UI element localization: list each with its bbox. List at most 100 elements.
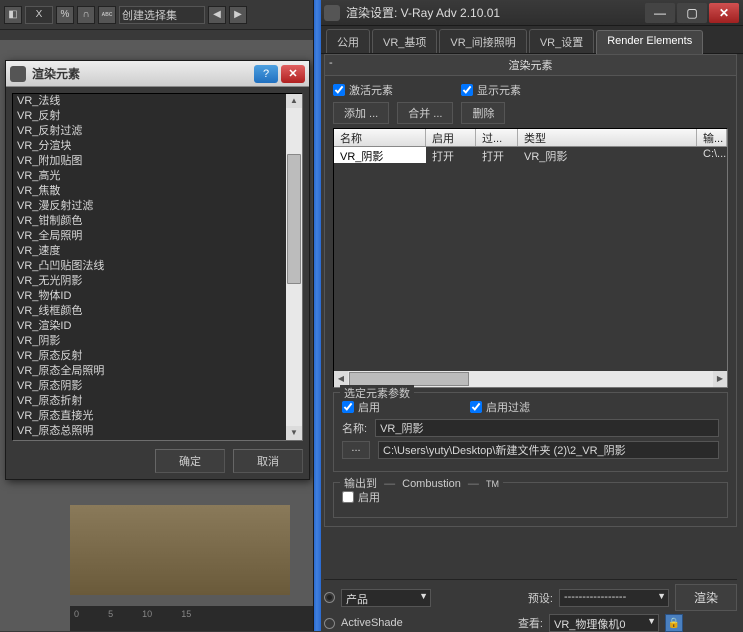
elements-table: 名称 启用 过... 类型 输... VR_阴影 打开 打开 VR_阴影 C:\…	[333, 128, 728, 388]
list-item[interactable]: VR_线框颜色	[13, 304, 286, 319]
list-item[interactable]: VR_附加贴图	[13, 154, 286, 169]
list-item[interactable]: VR_钳制颜色	[13, 214, 286, 229]
enable-checkbox[interactable]: 启用	[342, 399, 462, 415]
table-row[interactable]: VR_阴影 打开 打开 VR_阴影 C:\...	[334, 147, 727, 163]
help-button[interactable]: ?	[254, 65, 278, 83]
tick-10: 10	[142, 609, 152, 619]
activate-checkbox[interactable]: 激活元素	[333, 82, 453, 98]
product-dropdown[interactable]: 产品▼	[341, 589, 431, 607]
dialog-icon	[10, 66, 26, 82]
list-item[interactable]: VR_分渲块	[13, 139, 286, 154]
render-button[interactable]: 渲染	[675, 584, 737, 611]
output-enable-checkbox-input[interactable]	[342, 491, 354, 503]
scroll-up-arrow[interactable]: ▲	[286, 94, 302, 108]
activate-checkbox-input[interactable]	[333, 84, 345, 96]
list-item[interactable]: VR_物体ID	[13, 289, 286, 304]
output-enable-checkbox[interactable]: 启用	[342, 489, 380, 505]
tick-0: 0	[74, 609, 79, 619]
enable-filter-checkbox[interactable]: 启用过滤	[470, 399, 530, 415]
list-item[interactable]: VR_原态折射	[13, 394, 286, 409]
list-item[interactable]: VR_法线	[13, 94, 286, 109]
table-header: 名称 启用 过... 类型 输...	[334, 129, 727, 147]
hscroll-right-arrow[interactable]: ▶	[713, 371, 727, 387]
tick-5: 5	[108, 609, 113, 619]
list-item[interactable]: VR_原态直接光	[13, 409, 286, 424]
browse-path-button[interactable]: ...	[342, 441, 370, 459]
cell-enable: 打开	[426, 147, 476, 163]
list-item[interactable]: VR_高光	[13, 169, 286, 184]
list-item[interactable]: VR_原态全局照明	[13, 364, 286, 379]
enable-filter-checkbox-input[interactable]	[470, 401, 482, 413]
toolbar-icon-b[interactable]: ▶	[229, 6, 247, 24]
window-drag-edge[interactable]	[314, 0, 321, 631]
tab-vr-settings[interactable]: VR_设置	[529, 29, 594, 53]
list-item[interactable]: VR_速度	[13, 244, 286, 259]
ok-button[interactable]: 确定	[155, 449, 225, 473]
scroll-thumb[interactable]	[287, 154, 301, 284]
display-checkbox-input[interactable]	[461, 84, 473, 96]
name-field[interactable]	[375, 419, 719, 437]
list-item[interactable]: VR_阴影	[13, 334, 286, 349]
rollout-toggle-icon: -	[329, 57, 333, 69]
selected-params-title: 选定元素参数	[340, 385, 414, 401]
tab-vr-base[interactable]: VR_基项	[372, 29, 437, 53]
cell-output: C:\...	[697, 147, 727, 163]
activeshade-radio[interactable]	[324, 618, 335, 629]
list-item[interactable]: VR_原态反射	[13, 349, 286, 364]
selection-set-dropdown[interactable]: 创建选择集	[119, 6, 205, 24]
list-item[interactable]: VR_反射过滤	[13, 124, 286, 139]
list-item[interactable]: VR_焦散	[13, 184, 286, 199]
enable-filter-label: 启用过滤	[486, 399, 530, 415]
delete-button[interactable]: 删除	[461, 102, 505, 124]
list-item[interactable]: VR_凸凹贴图法线	[13, 259, 286, 274]
close-button[interactable]: ✕	[281, 65, 305, 83]
add-button[interactable]: 添加 ...	[333, 102, 389, 124]
list-item[interactable]: VR_反射	[13, 109, 286, 124]
x-field[interactable]	[25, 6, 53, 24]
maximize-button[interactable]: ▢	[677, 3, 707, 23]
list-item[interactable]: VR_漫反射过滤	[13, 199, 286, 214]
dialog-titlebar[interactable]: 渲染元素 ? ✕	[6, 61, 309, 87]
view-dropdown[interactable]: VR_物理像机0▼	[549, 614, 659, 632]
col-filter[interactable]: 过...	[476, 129, 518, 146]
toolbar-icon-a[interactable]: ◀	[208, 6, 226, 24]
col-name[interactable]: 名称	[334, 129, 426, 146]
footer-bar: 产品▼ 预设: -----------------▼ 渲染 ActiveShad…	[324, 579, 737, 631]
abc-icon[interactable]: ᴀʙᴄ	[98, 6, 116, 24]
tool-icon[interactable]: ◧	[4, 6, 22, 24]
hscroll-thumb[interactable]	[349, 372, 469, 386]
list-item[interactable]: VR_照度	[13, 439, 286, 440]
enable-checkbox-input[interactable]	[342, 401, 354, 413]
selected-params-group: 选定元素参数 启用 启用过滤 名称: ...	[333, 392, 728, 472]
col-enable[interactable]: 启用	[426, 129, 476, 146]
product-radio[interactable]	[324, 592, 335, 603]
tab-vr-gi[interactable]: VR_间接照明	[439, 29, 526, 53]
list-item[interactable]: VR_原态总照明	[13, 424, 286, 439]
col-output[interactable]: 输...	[697, 129, 727, 146]
window-close-button[interactable]: ✕	[709, 3, 739, 23]
list-item[interactable]: VR_全局照明	[13, 229, 286, 244]
preset-dropdown[interactable]: -----------------▼	[559, 589, 669, 607]
percent-icon[interactable]: %	[56, 6, 74, 24]
list-item[interactable]: VR_渲染ID	[13, 319, 286, 334]
list-item[interactable]: VR_原态阴影	[13, 379, 286, 394]
tab-render-elements[interactable]: Render Elements	[596, 30, 703, 54]
display-checkbox[interactable]: 显示元素	[461, 82, 521, 98]
element-listbox[interactable]: VR_法线VR_反射VR_反射过滤VR_分渲块VR_附加贴图VR_高光VR_焦散…	[12, 93, 303, 441]
combustion-label: Combustion	[402, 478, 461, 490]
timeline[interactable]: 0 5 10 15	[70, 606, 320, 631]
magnet-icon[interactable]: ∩	[77, 6, 95, 24]
path-field[interactable]	[378, 441, 719, 459]
cell-filter: 打开	[476, 147, 518, 163]
list-item[interactable]: VR_无光阴影	[13, 274, 286, 289]
merge-button[interactable]: 合并 ...	[397, 102, 453, 124]
list-scrollbar[interactable]: ▲ ▼	[286, 94, 302, 440]
tab-common[interactable]: 公用	[326, 29, 370, 53]
col-type[interactable]: 类型	[518, 129, 697, 146]
cancel-button[interactable]: 取消	[233, 449, 303, 473]
minimize-button[interactable]: —	[645, 3, 675, 23]
window-titlebar[interactable]: 渲染设置: V-Ray Adv 2.10.01 — ▢ ✕	[314, 0, 743, 26]
rollout-header[interactable]: - 渲染元素	[324, 54, 737, 76]
scroll-down-arrow[interactable]: ▼	[286, 426, 302, 440]
lock-view-button[interactable]: 🔒	[665, 614, 683, 632]
